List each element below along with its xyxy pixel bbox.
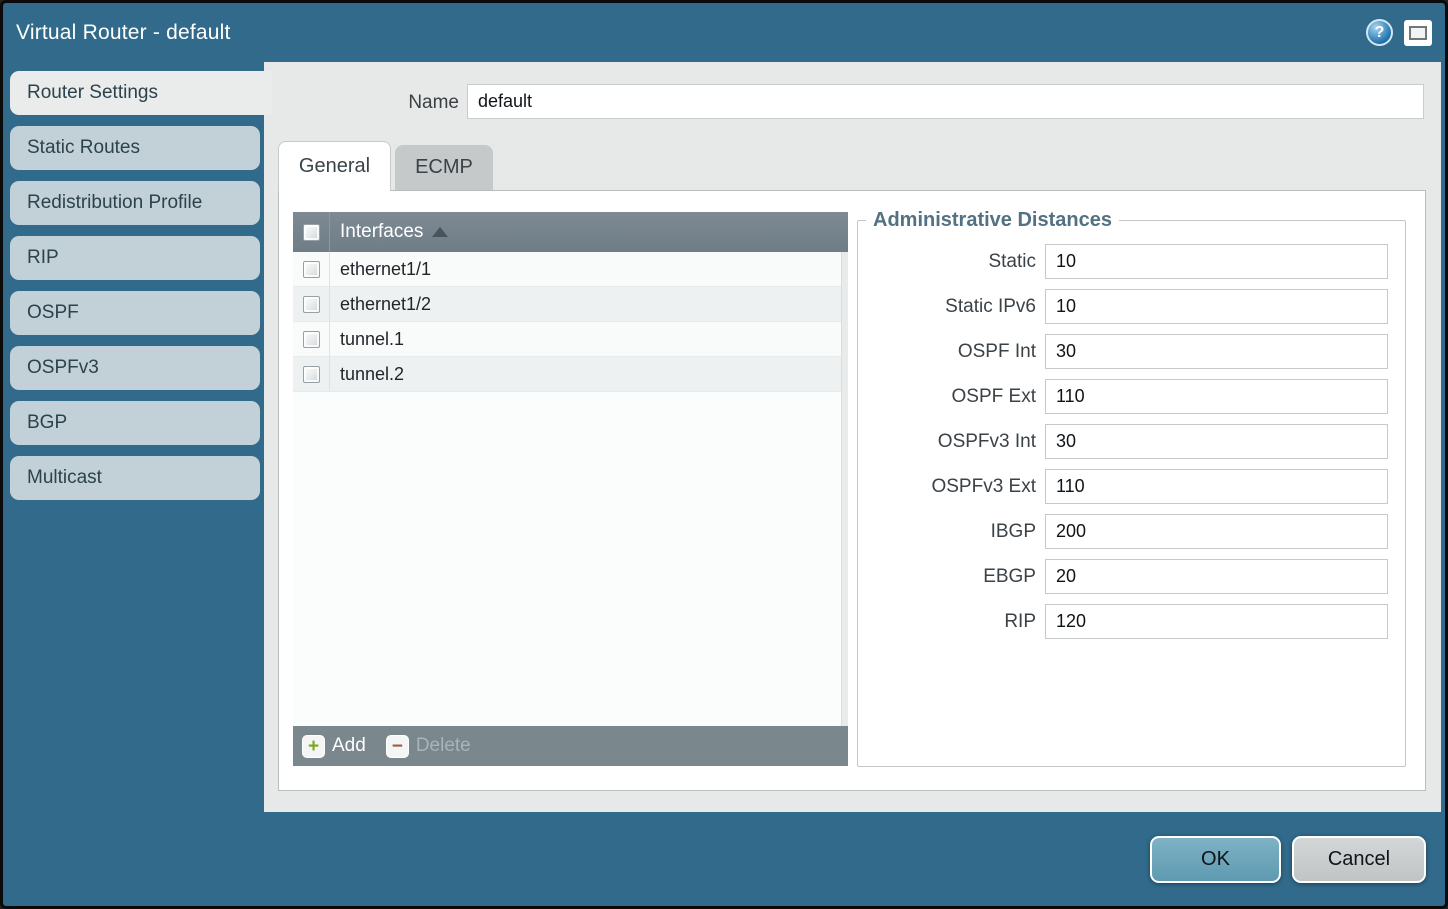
administrative-distances-legend: Administrative Distances <box>866 209 1119 232</box>
row-checkbox[interactable] <box>303 261 320 278</box>
interfaces-table: Interfaces ethernet1/1 ethernet1/2 tunnel.… <box>293 212 848 766</box>
sidebar-item-router-settings[interactable]: Router Settings <box>10 71 272 115</box>
admin-distances-fields: Static Static IPv6 OSPF Int OSPF Ext OSPFv3 … <box>858 244 1405 639</box>
row-checkbox-cell <box>293 357 330 391</box>
title-bar-icons: ? <box>1366 19 1432 46</box>
administrative-distances-fieldset: Administrative Distances Static Static IP… <box>857 209 1406 767</box>
ospfv3-ext-label: OSPFv3 Ext <box>858 476 1045 498</box>
ospfv3-ext-input[interactable] <box>1045 469 1388 504</box>
tab-general[interactable]: General <box>278 141 391 191</box>
row-checkbox-cell <box>293 287 330 321</box>
field-row-ospfv3-int: OSPFv3 Int <box>858 424 1405 459</box>
interface-row-ethernet1-2[interactable]: ethernet1/2 <box>293 287 848 322</box>
sidebar-item-rip[interactable]: RIP <box>10 236 260 280</box>
ibgp-label: IBGP <box>858 521 1045 543</box>
ospf-ext-label: OSPF Ext <box>858 386 1045 408</box>
sidebar-item-bgp[interactable]: BGP <box>10 401 260 445</box>
name-label: Name <box>369 92 459 114</box>
ebgp-input[interactable] <box>1045 559 1388 594</box>
row-checkbox-cell <box>293 322 330 356</box>
interface-name: ethernet1/2 <box>330 294 431 315</box>
row-checkbox[interactable] <box>303 366 320 383</box>
maximize-window-icon[interactable] <box>1404 20 1432 46</box>
static-ipv6-label: Static IPv6 <box>858 296 1045 318</box>
field-row-ibgp: IBGP <box>858 514 1405 549</box>
ospfv3-int-label: OSPFv3 Int <box>858 431 1045 453</box>
ospf-ext-input[interactable] <box>1045 379 1388 414</box>
virtual-router-dialog: Virtual Router - default ? Router Settin… <box>0 0 1448 909</box>
field-row-ebgp: EBGP <box>858 559 1405 594</box>
sidebar-item-ospf[interactable]: OSPF <box>10 291 260 335</box>
interfaces-column-header[interactable]: Interfaces <box>330 221 423 243</box>
static-input[interactable] <box>1045 244 1388 279</box>
ospfv3-int-input[interactable] <box>1045 424 1388 459</box>
title-bar: Virtual Router - default ? <box>3 3 1445 62</box>
header-checkbox-cell <box>293 212 330 252</box>
sidebar-item-multicast[interactable]: Multicast <box>10 456 260 500</box>
field-row-ospf-int: OSPF Int <box>858 334 1405 369</box>
interfaces-table-header[interactable]: Interfaces <box>293 212 848 252</box>
add-button-label: Add <box>332 735 366 757</box>
tab-ecmp[interactable]: ECMP <box>395 145 493 190</box>
field-row-static: Static <box>858 244 1405 279</box>
ebgp-label: EBGP <box>858 566 1045 588</box>
interface-name: tunnel.2 <box>330 364 404 385</box>
row-checkbox[interactable] <box>303 331 320 348</box>
add-button[interactable]: + Add <box>302 735 366 758</box>
interface-row-ethernet1-1[interactable]: ethernet1/1 <box>293 252 848 287</box>
table-scrollbar[interactable] <box>841 252 848 726</box>
interface-name: ethernet1/1 <box>330 259 431 280</box>
delete-button-label: Delete <box>416 735 471 757</box>
add-plus-icon: + <box>302 735 325 758</box>
ok-button[interactable]: OK <box>1150 836 1281 883</box>
dialog-title: Virtual Router - default <box>16 21 231 45</box>
interfaces-table-toolbar: + Add − Delete <box>293 726 848 766</box>
delete-minus-icon: − <box>386 735 409 758</box>
interfaces-table-body: ethernet1/1 ethernet1/2 tunnel.1 tunnel.2 <box>293 252 848 726</box>
field-row-rip: RIP <box>858 604 1405 639</box>
sidebar-item-static-routes[interactable]: Static Routes <box>10 126 260 170</box>
interface-row-tunnel-1[interactable]: tunnel.1 <box>293 322 848 357</box>
sidebar: Router Settings Static Routes Redistributi… <box>10 71 272 511</box>
content-area: Name GeneralECMP Interfaces ethernet1/1e… <box>264 62 1441 812</box>
general-panel: Interfaces ethernet1/1 ethernet1/2 tunnel.… <box>278 190 1426 791</box>
static-ipv6-input[interactable] <box>1045 289 1388 324</box>
field-row-static-ipv6: Static IPv6 <box>858 289 1405 324</box>
window-glyph-icon <box>1409 26 1427 40</box>
name-input[interactable] <box>467 84 1424 119</box>
ibgp-input[interactable] <box>1045 514 1388 549</box>
ospf-int-input[interactable] <box>1045 334 1388 369</box>
rip-label: RIP <box>858 611 1045 633</box>
delete-button[interactable]: − Delete <box>386 735 471 758</box>
sidebar-item-redistribution-profile[interactable]: Redistribution Profile <box>10 181 260 225</box>
static-label: Static <box>858 251 1045 273</box>
interface-row-tunnel-2[interactable]: tunnel.2 <box>293 357 848 392</box>
sort-ascending-icon <box>432 227 448 237</box>
cancel-button[interactable]: Cancel <box>1292 836 1426 883</box>
row-checkbox-cell <box>293 252 330 286</box>
sidebar-item-ospfv3[interactable]: OSPFv3 <box>10 346 260 390</box>
field-row-ospf-ext: OSPF Ext <box>858 379 1405 414</box>
interface-name: tunnel.1 <box>330 329 404 350</box>
select-all-checkbox[interactable] <box>303 224 320 241</box>
rip-input[interactable] <box>1045 604 1388 639</box>
help-icon[interactable]: ? <box>1366 19 1393 46</box>
field-row-ospfv3-ext: OSPFv3 Ext <box>858 469 1405 504</box>
row-checkbox[interactable] <box>303 296 320 313</box>
ospf-int-label: OSPF Int <box>858 341 1045 363</box>
